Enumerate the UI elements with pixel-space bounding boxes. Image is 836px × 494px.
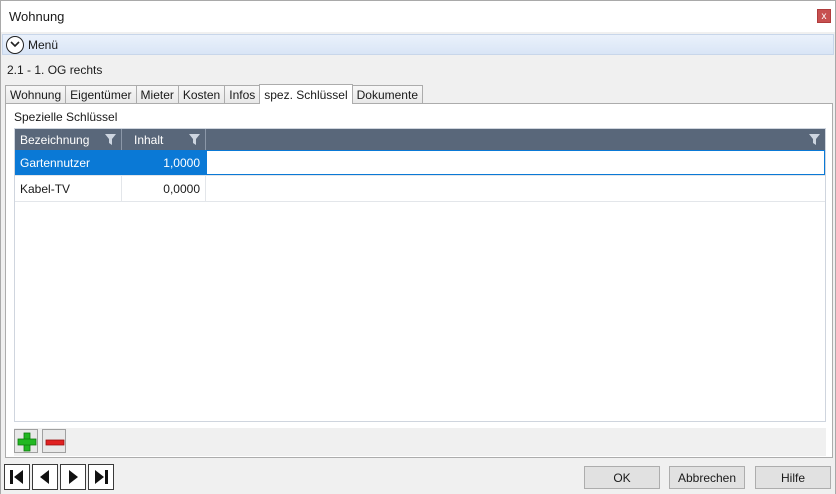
previous-record-icon bbox=[40, 470, 49, 484]
ok-button[interactable]: OK bbox=[584, 466, 660, 489]
title-bar: Wohnung x bbox=[1, 1, 835, 32]
minus-icon bbox=[45, 439, 65, 446]
tab-spez-schluessel[interactable]: spez. Schlüssel bbox=[259, 84, 353, 104]
column-header-inhalt[interactable]: Inhalt bbox=[122, 129, 206, 150]
previous-record-button[interactable] bbox=[32, 464, 58, 490]
cell-inhalt[interactable]: 0,0000 bbox=[122, 176, 206, 201]
dialog-window: Wohnung x Menü 2.1 - 1. OG rechts Wohnun… bbox=[0, 0, 836, 494]
remove-row-button[interactable] bbox=[42, 429, 66, 453]
close-button[interactable]: x bbox=[817, 9, 831, 23]
group-label: Spezielle Schlüssel bbox=[14, 110, 118, 124]
grid-header: Bezeichnung Inhalt bbox=[15, 129, 825, 150]
chevron-down-circle-icon[interactable] bbox=[6, 36, 24, 54]
next-record-icon bbox=[69, 470, 78, 484]
column-header-bezeichnung[interactable]: Bezeichnung bbox=[15, 129, 122, 150]
menu-label[interactable]: Menü bbox=[28, 38, 58, 52]
table-row[interactable]: Kabel-TV 0,0000 bbox=[15, 176, 825, 202]
tab-eigentuemer[interactable]: Eigentümer bbox=[65, 85, 137, 104]
table-row[interactable]: Gartennutzer 1,0000 bbox=[15, 150, 825, 176]
filter-icon[interactable] bbox=[105, 134, 116, 145]
tab-infos[interactable]: Infos bbox=[224, 85, 261, 104]
plus-icon bbox=[17, 432, 37, 452]
tab-kosten[interactable]: Kosten bbox=[177, 85, 226, 104]
next-record-button[interactable] bbox=[60, 464, 86, 490]
cell-bezeichnung[interactable]: Gartennutzer bbox=[15, 150, 122, 175]
data-grid: Bezeichnung Inhalt Gartennutzer 1,0000 K… bbox=[14, 128, 826, 422]
tab-wohnung[interactable]: Wohnung bbox=[5, 85, 67, 104]
cell-empty[interactable] bbox=[206, 176, 825, 201]
column-header-empty[interactable] bbox=[206, 129, 825, 150]
window-title: Wohnung bbox=[9, 9, 65, 24]
column-label: Inhalt bbox=[134, 133, 164, 147]
tab-mieter[interactable]: Mieter bbox=[135, 85, 179, 104]
last-record-icon bbox=[95, 470, 108, 484]
record-title: 2.1 - 1. OG rechts bbox=[7, 63, 103, 77]
tab-dokumente[interactable]: Dokumente bbox=[351, 85, 423, 104]
cell-inhalt[interactable]: 1,0000 bbox=[122, 150, 206, 175]
tab-panel: Spezielle Schlüssel Bezeichnung Inhalt G… bbox=[5, 103, 833, 458]
filter-icon[interactable] bbox=[189, 134, 200, 145]
bottom-bar: OK Abbrechen Hilfe bbox=[1, 461, 835, 494]
cell-empty[interactable] bbox=[206, 150, 825, 175]
help-button[interactable]: Hilfe bbox=[755, 466, 831, 489]
first-record-icon bbox=[10, 470, 23, 484]
cell-bezeichnung[interactable]: Kabel-TV bbox=[15, 176, 122, 201]
menu-bar[interactable]: Menü bbox=[2, 34, 834, 55]
filter-icon[interactable] bbox=[809, 134, 820, 145]
add-row-button[interactable] bbox=[14, 429, 38, 453]
last-record-button[interactable] bbox=[88, 464, 114, 490]
cancel-button[interactable]: Abbrechen bbox=[669, 466, 745, 489]
tab-strip: Wohnung Eigentümer Mieter Kosten Infos s… bbox=[5, 84, 423, 104]
column-label: Bezeichnung bbox=[20, 133, 90, 147]
grid-toolbar bbox=[14, 428, 826, 456]
first-record-button[interactable] bbox=[4, 464, 30, 490]
